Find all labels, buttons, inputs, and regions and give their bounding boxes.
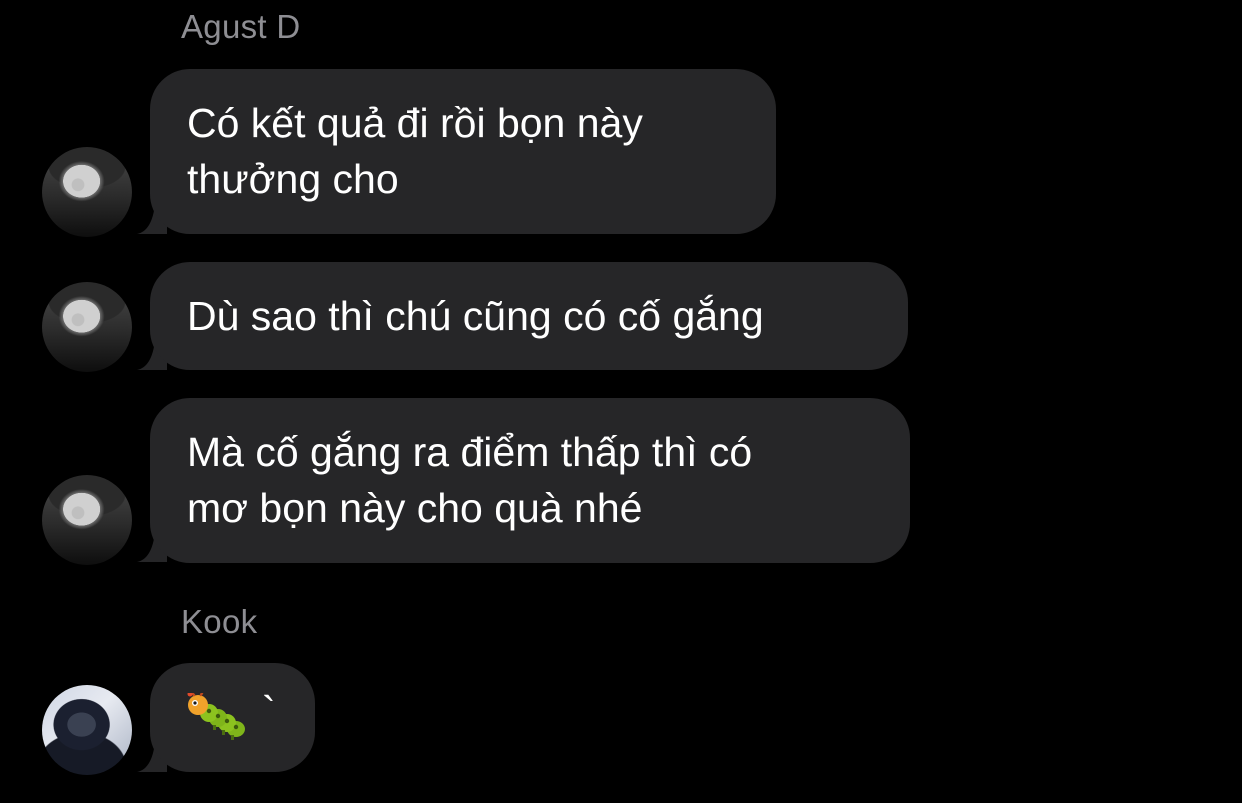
caterpillar-icon — [187, 693, 245, 740]
avatar-agust-d[interactable] — [42, 475, 132, 565]
message-bubble[interactable]: Mà cố gắng ra điểm thấp thì có mơ bọn nà… — [150, 398, 910, 563]
sender-name-agust-d: Agust D — [181, 8, 301, 45]
message-text: ` — [262, 688, 276, 734]
message-text-line: mơ bọn này cho quà nhé — [187, 485, 643, 531]
avatar-agust-d[interactable] — [42, 147, 132, 237]
sender-name-kook: Kook — [181, 603, 258, 640]
avatar-kook[interactable] — [42, 685, 132, 775]
avatar-agust-d[interactable] — [42, 282, 132, 372]
message-text-line: Dù sao thì chú cũng có cố gắng — [187, 293, 764, 339]
message-bubble[interactable]: Có kết quả đi rồi bọn này thưởng cho — [150, 69, 776, 234]
message-text-line: Có kết quả đi rồi bọn này — [187, 100, 643, 146]
message-bubble[interactable]: ` — [150, 663, 315, 772]
message-text-line: Mà cố gắng ra điểm thấp thì có — [187, 429, 753, 475]
message-bubble[interactable]: Dù sao thì chú cũng có cố gắng — [150, 262, 908, 370]
message-text-line: thưởng cho — [187, 156, 399, 202]
